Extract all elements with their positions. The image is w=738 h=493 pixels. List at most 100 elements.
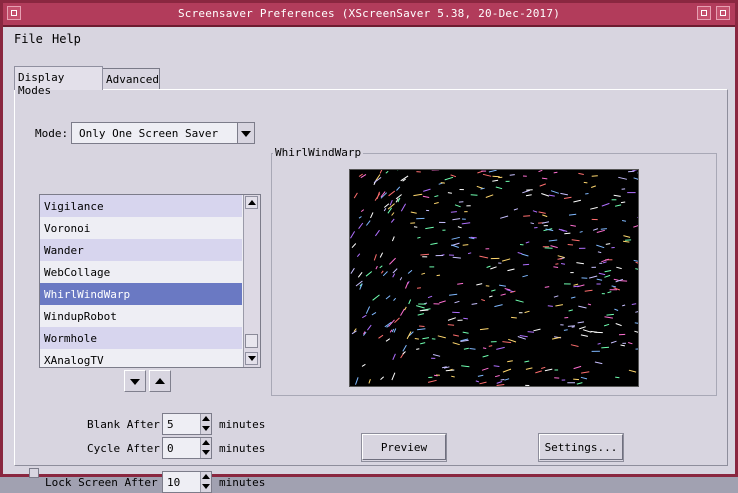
preview-streak bbox=[464, 348, 469, 349]
saver-list-item[interactable]: Vigilance bbox=[40, 195, 242, 217]
cycle-after-spinbox[interactable]: 0 bbox=[162, 437, 212, 459]
menu-file[interactable]: File bbox=[14, 32, 43, 46]
saver-list-item[interactable]: Wormhole bbox=[40, 327, 242, 349]
preview-streak bbox=[416, 306, 424, 308]
saver-list-item[interactable]: XAnalogTV bbox=[40, 349, 242, 368]
preview-streak bbox=[462, 223, 470, 224]
move-down-button[interactable] bbox=[124, 370, 146, 392]
preview-streak bbox=[490, 267, 496, 269]
preview-streak bbox=[366, 307, 369, 314]
minimize-icon[interactable] bbox=[697, 6, 711, 20]
preview-streak bbox=[549, 240, 557, 241]
preview-streak bbox=[483, 355, 489, 357]
preview-streak bbox=[524, 361, 529, 362]
mode-select[interactable]: Only One Screen Saver bbox=[71, 122, 255, 144]
saver-list-item[interactable]: WindupRobot bbox=[40, 305, 242, 327]
tab-display-modes[interactable]: Display Modes bbox=[14, 66, 103, 90]
preview-streak bbox=[451, 376, 455, 377]
preview-streak bbox=[406, 282, 409, 288]
preview-streak bbox=[419, 326, 424, 327]
preview-streak bbox=[479, 256, 488, 258]
menu-help[interactable]: Help bbox=[52, 32, 81, 46]
preview-streak bbox=[489, 170, 497, 172]
preview-streak bbox=[620, 281, 628, 282]
preview-streak bbox=[433, 355, 440, 357]
preview-streak bbox=[542, 215, 547, 217]
preview-streak bbox=[455, 205, 461, 207]
saver-list-item[interactable]: WebCollage bbox=[40, 261, 242, 283]
preview-streak bbox=[451, 212, 457, 213]
blank-after-spinbox[interactable]: 5 bbox=[162, 413, 212, 435]
title-bar[interactable]: Screensaver Preferences (XScreenSaver 5.… bbox=[3, 3, 735, 27]
preview-streak bbox=[420, 343, 425, 344]
preview-streak bbox=[549, 195, 555, 196]
preview-streak bbox=[564, 233, 570, 234]
preview-streak bbox=[621, 345, 625, 346]
preview-button[interactable]: Preview bbox=[362, 434, 446, 460]
preview-streak bbox=[381, 271, 383, 274]
preview-streak bbox=[629, 370, 636, 372]
preview-streak bbox=[480, 382, 487, 384]
preview-streak bbox=[366, 221, 370, 226]
preview-streak bbox=[585, 194, 588, 195]
preview-streak bbox=[470, 349, 476, 350]
preview-streak bbox=[541, 367, 545, 368]
preview-streak bbox=[579, 327, 586, 329]
preview-streak bbox=[386, 339, 390, 342]
preview-streak bbox=[425, 227, 433, 228]
scroll-up-icon[interactable] bbox=[245, 196, 258, 209]
preview-streak bbox=[393, 354, 396, 360]
preview-streak bbox=[545, 287, 549, 288]
tab-advanced[interactable]: Advanced bbox=[102, 68, 160, 90]
menu-help-label: Help bbox=[52, 32, 81, 46]
preview-streak bbox=[635, 311, 638, 313]
preview-streak bbox=[618, 177, 627, 179]
settings-button[interactable]: Settings... bbox=[539, 434, 623, 460]
preview-streak bbox=[598, 343, 601, 344]
preview-streak bbox=[421, 273, 425, 274]
preview-streak bbox=[590, 207, 598, 209]
move-up-button[interactable] bbox=[149, 370, 171, 392]
preview-streak bbox=[578, 322, 584, 323]
preview-streak bbox=[533, 329, 540, 331]
lock-screen-spinbox[interactable]: 10 bbox=[162, 471, 212, 493]
preview-streak bbox=[481, 188, 485, 189]
preview-streak bbox=[376, 266, 378, 269]
spin-arrows-icon[interactable] bbox=[200, 438, 211, 458]
preview-streak bbox=[569, 310, 573, 311]
preview-streak bbox=[500, 216, 508, 218]
preview-streak bbox=[531, 223, 534, 224]
preview-streak bbox=[614, 309, 618, 310]
preview-streak bbox=[383, 272, 387, 276]
preview-streak bbox=[597, 230, 605, 232]
preview-streak bbox=[417, 288, 421, 289]
saver-list[interactable]: VigilanceVoronoiWanderWebCollageWhirlWin… bbox=[39, 194, 261, 368]
preview-streak bbox=[405, 307, 407, 310]
preview-streak bbox=[592, 176, 598, 177]
spin-arrows-icon[interactable] bbox=[200, 414, 211, 434]
preview-streak bbox=[634, 260, 638, 261]
preview-streak bbox=[623, 236, 630, 238]
scroll-down-icon[interactable] bbox=[245, 352, 258, 365]
preview-streak bbox=[413, 194, 422, 195]
preview-streak bbox=[496, 187, 502, 189]
spin-arrows-icon[interactable] bbox=[200, 472, 211, 492]
saver-list-item[interactable]: Wander bbox=[40, 239, 242, 261]
preview-streak bbox=[518, 253, 523, 254]
settings-button-label: Settings... bbox=[545, 441, 618, 454]
chevron-down-icon[interactable] bbox=[237, 123, 254, 143]
preview-streak bbox=[516, 300, 524, 302]
saver-list-item[interactable]: Voronoi bbox=[40, 217, 242, 239]
preview-streak bbox=[526, 195, 532, 196]
preview-streak bbox=[561, 264, 565, 265]
scroll-thumb[interactable] bbox=[245, 334, 258, 348]
saver-list-item[interactable]: WhirlWindWarp bbox=[40, 283, 242, 305]
window-menu-icon[interactable] bbox=[7, 6, 21, 20]
maximize-icon[interactable] bbox=[716, 6, 730, 20]
preview-streak bbox=[476, 381, 479, 382]
preview-streak bbox=[525, 311, 530, 312]
preview-streak bbox=[548, 306, 553, 307]
list-scrollbar[interactable] bbox=[243, 195, 260, 367]
preview-streak bbox=[591, 186, 596, 188]
preview-streak bbox=[635, 269, 638, 271]
